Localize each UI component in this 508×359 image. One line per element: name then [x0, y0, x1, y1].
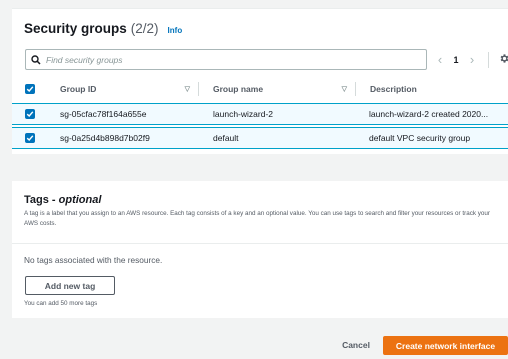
security-groups-count: (2/2)	[130, 21, 159, 36]
tags-description: A tag is a label that you assign to an A…	[24, 210, 491, 227]
column-header-group-name[interactable]: Group name ▽	[199, 84, 355, 94]
column-header-group-id-label: Group ID	[60, 84, 97, 94]
cancel-button[interactable]: Cancel	[333, 336, 379, 354]
table-row[interactable]: sg-05cfac78f164a655e launch-wizard-2 lau…	[12, 103, 508, 125]
select-all-cell	[12, 84, 48, 94]
previous-page-button[interactable]: ‹	[432, 52, 448, 67]
tags-panel: Tags - optional A tag is a label that yo…	[12, 181, 508, 318]
column-header-description[interactable]: Description	[356, 84, 508, 94]
pagination: ‹ 1 ›	[432, 49, 508, 70]
tags-title-separator: -	[48, 194, 59, 206]
table-row[interactable]: sg-0a25d4b898d7b02f9 default default VPC…	[12, 127, 508, 149]
sort-caret-icon[interactable]: ▽	[342, 85, 347, 93]
checkbox-checked-icon[interactable]	[25, 133, 35, 143]
tags-title-text: Tags	[24, 194, 49, 206]
tags-title-optional: optional	[58, 194, 102, 206]
security-groups-title: Security groups	[24, 21, 127, 36]
cell-group-name: launch-wizard-2	[213, 109, 273, 119]
cell-group-name: default	[213, 133, 239, 143]
search-icon	[26, 54, 46, 65]
search-box[interactable]	[25, 49, 427, 70]
checkbox-checked-icon[interactable]	[25, 109, 35, 119]
cell-description: launch-wizard-2 created 2020...	[369, 109, 489, 119]
row-select-cell	[12, 109, 48, 119]
cell-group-id: sg-05cfac78f164a655e	[60, 109, 147, 119]
table-header: Group ID ▽ Group name ▽ Description	[12, 78, 508, 100]
checkbox-checked-icon[interactable]	[25, 84, 35, 94]
cell-description: default VPC security group	[369, 133, 471, 143]
sort-caret-icon[interactable]: ▽	[185, 85, 190, 93]
create-network-interface-button[interactable]: Create network interface	[383, 336, 508, 355]
row-select-cell	[12, 133, 48, 143]
pager-divider	[488, 51, 489, 68]
add-new-tag-button[interactable]: Add new tag	[25, 276, 115, 295]
gear-icon[interactable]	[499, 51, 508, 69]
info-link[interactable]: Info	[168, 26, 183, 35]
security-groups-header: Security groups (2/2) Info	[24, 21, 182, 36]
divider	[12, 243, 508, 244]
no-tags-message: No tags associated with the resource.	[24, 255, 163, 265]
tags-title: Tags - optional	[24, 194, 101, 206]
page-number[interactable]: 1	[448, 55, 464, 65]
search-input[interactable]	[46, 54, 416, 65]
next-page-button[interactable]: ›	[464, 52, 480, 67]
column-header-group-name-label: Group name	[213, 84, 264, 94]
column-header-group-id[interactable]: Group ID ▽	[48, 84, 198, 94]
cell-group-id: sg-0a25d4b898d7b02f9	[60, 133, 150, 143]
tags-limit-note: You can add 50 more tags	[24, 300, 98, 307]
